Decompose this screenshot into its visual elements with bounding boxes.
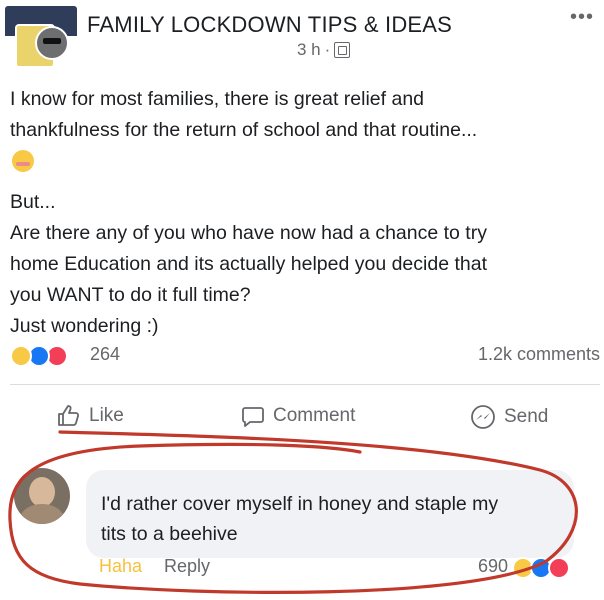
thumbs-up-icon [58, 405, 80, 426]
post-text: I know for most families, there is great… [10, 84, 600, 342]
comment-actions: Haha Reply [99, 556, 210, 577]
blushing-emoji-icon [12, 150, 34, 172]
comment-line: tits to a beehive [101, 523, 238, 545]
group-avatar[interactable] [5, 6, 77, 72]
reaction-icons[interactable] [10, 345, 90, 367]
post-line: home Education and its actually helped y… [10, 253, 487, 275]
comment-reaction-count[interactable]: 690 [478, 556, 508, 577]
post-line: Are there any of you who have now had a … [10, 222, 487, 244]
send-label: Send [504, 406, 549, 427]
comment-button[interactable]: Comment [241, 404, 355, 428]
reaction-count[interactable]: 264 [90, 344, 120, 365]
send-button[interactable]: Send [470, 404, 548, 430]
comment-label: Comment [273, 405, 356, 426]
post-time[interactable]: 3 h [297, 40, 321, 60]
comment-text: I'd rather cover myself in honey and sta… [101, 489, 561, 549]
post-line: But... [10, 191, 56, 213]
post-stats: 264 1.2k comments [10, 343, 600, 371]
more-options-icon[interactable]: ••• [570, 6, 594, 29]
group-name[interactable]: FAMILY LOCKDOWN TIPS & IDEAS [87, 12, 452, 38]
action-bar: Like Comment Send [0, 398, 604, 438]
post-meta: 3 h · [297, 40, 351, 60]
comment-count[interactable]: 1.2k comments [478, 344, 600, 365]
comment-reaction-icons[interactable] [512, 557, 592, 579]
post-line: Just wondering :) [10, 315, 159, 337]
like-label: Like [89, 405, 124, 426]
haha-reaction-icon [10, 345, 32, 367]
comment-line: I'd rather cover myself in honey and sta… [101, 493, 499, 515]
love-reaction-icon [548, 557, 570, 579]
post-line: thankfulness for the return of school an… [10, 119, 478, 141]
messenger-icon [471, 405, 495, 429]
commenter-avatar[interactable] [14, 468, 70, 524]
divider [10, 384, 600, 385]
post-header: FAMILY LOCKDOWN TIPS & IDEAS 3 h · ••• [0, 0, 604, 78]
post-line: you WANT to do it full time? [10, 284, 251, 306]
comment-reply-link[interactable]: Reply [164, 556, 210, 577]
post-line: I know for most families, there is great… [10, 88, 425, 110]
meta-separator: · [324, 40, 331, 59]
poster-avatar [35, 26, 69, 60]
speech-bubble-icon [242, 407, 264, 427]
audience-icon [334, 42, 351, 58]
comment-haha-link[interactable]: Haha [99, 556, 142, 577]
like-button[interactable]: Like [57, 404, 124, 428]
